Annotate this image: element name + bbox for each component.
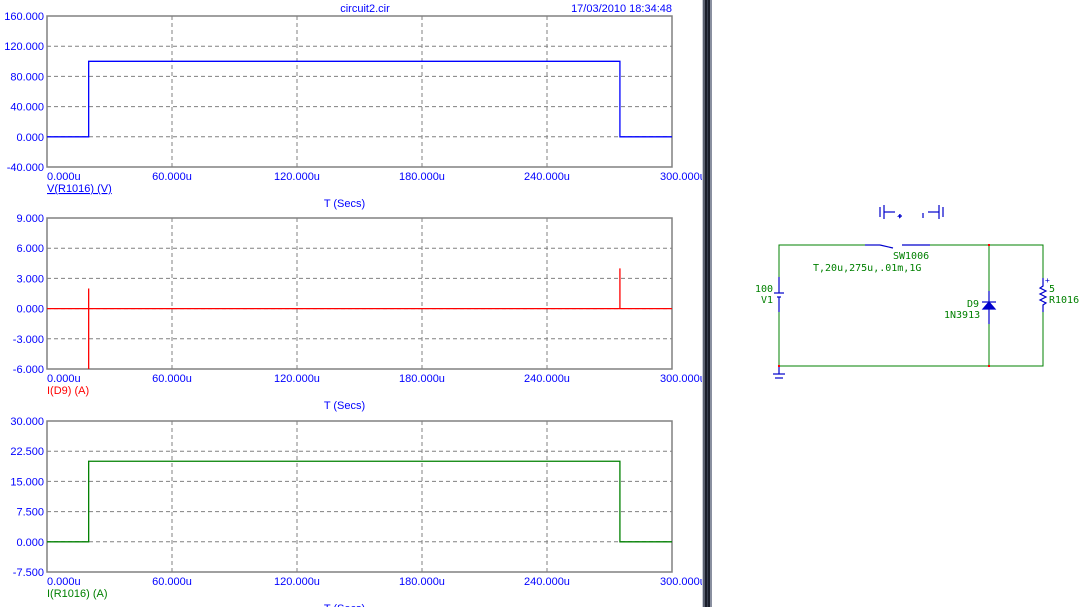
- x-tick-label: 120.000u: [274, 576, 320, 588]
- y-tick-label: 40.000: [10, 102, 44, 114]
- x-tick-label: 0.000u: [47, 373, 81, 385]
- switch-symbol-icon: [879, 205, 944, 219]
- resistor-value: 5: [1049, 284, 1055, 295]
- series-trace: [47, 460, 672, 543]
- voltage-source-v1[interactable]: [774, 277, 784, 312]
- x-tick-label: 180.000u: [399, 171, 445, 183]
- timestamp: 17/03/2010 18:34:48: [571, 3, 672, 15]
- y-tick-label: 6.000: [16, 243, 44, 255]
- y-tick-label: -6.000: [13, 364, 44, 376]
- x-tick-label: 120.000u: [274, 373, 320, 385]
- y-tick-label: -40.000: [7, 162, 44, 174]
- x-tick-label: 60.000u: [152, 373, 192, 385]
- y-tick-label: 30.000: [10, 416, 44, 428]
- y-tick-label: 9.000: [16, 213, 44, 225]
- series-trace: [47, 60, 672, 138]
- x-tick-label: 0.000u: [47, 171, 81, 183]
- series-trace: [47, 268, 672, 369]
- plot-frame: [46, 217, 673, 370]
- y-tick-label: 15.000: [10, 476, 44, 488]
- x-axis-label: T (Secs): [324, 198, 365, 210]
- y-tick-label: -3.000: [13, 334, 44, 346]
- y-tick-label: 120.000: [4, 41, 44, 53]
- x-tick-label: 120.000u: [274, 171, 320, 183]
- ground-icon: [773, 366, 785, 379]
- diode-name: D9: [967, 299, 979, 310]
- y-tick-label: 0.000: [16, 537, 44, 549]
- source-name: V1: [761, 295, 773, 306]
- x-tick-label: 0.000u: [47, 576, 81, 588]
- series-label[interactable]: V(R1016) (V): [47, 183, 112, 195]
- x-tick-label: 240.000u: [524, 576, 570, 588]
- chart-1: 160.000 120.000 80.000 40.000 0.000 -40.0000.…: [4, 11, 702, 210]
- x-axis-label: T (Secs): [324, 400, 365, 412]
- diode-model: 1N3913: [944, 310, 980, 321]
- schematic-canvas[interactable]: + SW1006 T,20u,275u,.01m,1G 100 V1 D9 1N…: [712, 0, 1087, 607]
- source-value: 100: [755, 284, 773, 295]
- plot-frame: [46, 420, 673, 573]
- x-tick-label: 180.000u: [399, 373, 445, 385]
- x-tick-label: 240.000u: [524, 373, 570, 385]
- x-tick-label: 300.000u: [660, 576, 702, 588]
- y-tick-label: 160.000: [4, 11, 44, 23]
- y-tick-label: 80.000: [10, 71, 44, 83]
- y-tick-label: 3.000: [16, 273, 44, 285]
- chart-2: 9.000 6.000 3.000 0.000 -3.000 -6.0000.000u 60…: [13, 213, 702, 412]
- diode-d9[interactable]: [981, 291, 997, 324]
- y-tick-label: 22.500: [10, 446, 44, 458]
- x-tick-label: 300.000u: [660, 171, 702, 183]
- switch-plus: +: [897, 212, 902, 221]
- resistor-name: R1016: [1049, 295, 1079, 306]
- switch-name: SW1006: [893, 251, 929, 262]
- switch-sw1006[interactable]: [865, 244, 930, 249]
- x-tick-label: 300.000u: [660, 373, 702, 385]
- plot-frame: [46, 15, 673, 168]
- series-label[interactable]: I(R1016) (A): [47, 588, 108, 600]
- x-tick-label: 180.000u: [399, 576, 445, 588]
- x-tick-label: 240.000u: [524, 171, 570, 183]
- x-axis-label: T (Secs): [324, 603, 365, 607]
- file-title: circuit2.cir: [340, 3, 390, 15]
- chart-3: 30.000 22.500 15.000 7.500 0.000 -7.5000.000u…: [10, 416, 702, 607]
- y-tick-label: -7.500: [13, 567, 44, 579]
- y-tick-label: 7.500: [16, 507, 44, 519]
- switch-params: T,20u,275u,.01m,1G: [813, 263, 921, 274]
- y-tick-label: 0.000: [16, 132, 44, 144]
- plot-panel: circuit2.cir 17/03/2010 18:34:48 160.000…: [4, 3, 702, 607]
- x-tick-label: 60.000u: [152, 171, 192, 183]
- series-label[interactable]: I(D9) (A): [47, 385, 89, 397]
- splitter-bar[interactable]: [702, 0, 712, 607]
- x-tick-label: 60.000u: [152, 576, 192, 588]
- y-tick-label: 0.000: [16, 304, 44, 316]
